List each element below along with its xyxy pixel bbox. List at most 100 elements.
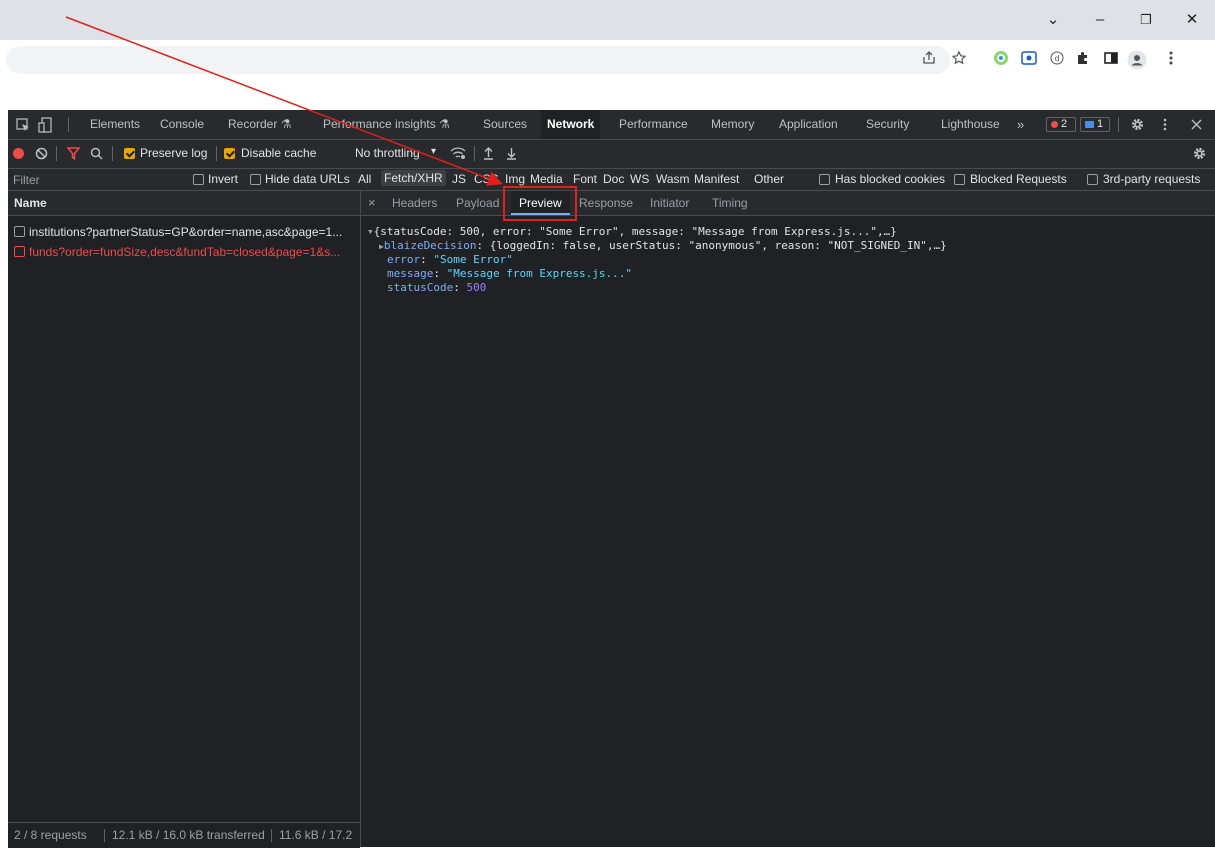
- screencast-icon[interactable]: [1018, 50, 1040, 70]
- tab-network[interactable]: Network: [541, 110, 601, 139]
- blocked-requests-checkbox[interactable]: [954, 174, 965, 185]
- import-har-icon[interactable]: [483, 147, 494, 163]
- json-message-row[interactable]: message: "Message from Express.js...": [387, 267, 632, 280]
- has-blocked-cookies-checkbox[interactable]: [819, 174, 830, 185]
- filter-icon[interactable]: [66, 147, 81, 163]
- settings-gear-icon[interactable]: [1131, 110, 1144, 139]
- sidepanel-icon[interactable]: [1100, 50, 1122, 70]
- filter-type-font[interactable]: Font: [573, 172, 597, 186]
- resources-size: 11.6 kB / 17.2: [279, 828, 353, 842]
- filter-type-ws[interactable]: WS: [630, 172, 649, 186]
- filter-type-fetch-xhr[interactable]: Fetch/XHR: [381, 170, 446, 186]
- request-doc-icon: [14, 246, 25, 257]
- invert-label: Invert: [208, 172, 239, 186]
- filter-input[interactable]: Filter: [13, 173, 178, 187]
- json-key: statusCode: [387, 281, 454, 294]
- page-content-strip: [0, 80, 1215, 110]
- tab-initiator[interactable]: Initiator: [650, 191, 689, 215]
- address-bar[interactable]: [6, 46, 950, 74]
- name-column-header[interactable]: Name: [14, 196, 47, 210]
- clear-icon[interactable]: [35, 147, 48, 163]
- tab-recorder[interactable]: Recorder ⚗: [228, 110, 291, 139]
- disable-cache-checkbox[interactable]: [224, 148, 235, 159]
- tab-lighthouse[interactable]: Lighthouse: [941, 110, 1000, 139]
- extension-d-icon[interactable]: d: [1046, 50, 1068, 70]
- filter-type-doc[interactable]: Doc: [603, 172, 624, 186]
- filter-type-img[interactable]: Img: [505, 172, 525, 186]
- separator: [112, 146, 113, 161]
- device-toolbar-icon[interactable]: [38, 110, 52, 139]
- filter-type-js[interactable]: JS: [452, 172, 466, 186]
- message-count: 1: [1097, 118, 1104, 130]
- hide-data-urls-label: Hide data URLs: [265, 172, 350, 186]
- request-name: funds?order=fundSize,desc&fundTab=closed…: [29, 245, 341, 259]
- json-key: blaizeDecision: [383, 239, 477, 252]
- json-status-code-row[interactable]: statusCode: 500: [387, 281, 486, 294]
- close-devtools-icon[interactable]: [1191, 110, 1202, 139]
- svg-text:d: d: [1055, 54, 1060, 63]
- record-icon[interactable]: [13, 148, 24, 159]
- expand-arrow-icon: ▾: [367, 225, 374, 238]
- request-list-header: Name: [8, 191, 360, 216]
- disable-cache-label: Disable cache: [241, 146, 317, 160]
- has-blocked-cookies-label: Has blocked cookies: [835, 172, 946, 186]
- json-error-row[interactable]: error: "Some Error": [387, 253, 513, 266]
- request-row-institutions[interactable]: institutions?partnerStatus=GP&order=name…: [14, 223, 354, 241]
- tab-sources[interactable]: Sources: [483, 110, 527, 139]
- filter-type-css[interactable]: CSS: [474, 172, 499, 186]
- close-detail-icon[interactable]: ×: [368, 191, 376, 215]
- tab-performance[interactable]: Performance: [619, 110, 688, 139]
- star-icon[interactable]: [948, 50, 970, 70]
- export-har-icon[interactable]: [506, 147, 517, 163]
- invert-checkbox[interactable]: [193, 174, 204, 185]
- close-window-button[interactable]: ✕: [1172, 8, 1212, 32]
- request-doc-icon: [14, 226, 25, 237]
- network-conditions-icon[interactable]: [450, 146, 466, 163]
- share-icon[interactable]: [918, 50, 940, 70]
- separator: [56, 146, 57, 161]
- tab-response[interactable]: Response: [579, 191, 633, 215]
- json-root-row[interactable]: ▾{statusCode: 500, error: "Some Error", …: [367, 225, 897, 238]
- tab-console[interactable]: Console: [160, 110, 204, 139]
- tab-timing[interactable]: Timing: [712, 191, 748, 215]
- puzzle-icon[interactable]: [1072, 50, 1094, 70]
- filter-type-other[interactable]: Other: [754, 172, 784, 186]
- preserve-log-checkbox[interactable]: [124, 148, 135, 159]
- profile-icon[interactable]: [1126, 50, 1148, 70]
- inspect-element-icon[interactable]: [16, 110, 30, 139]
- filter-type-wasm[interactable]: Wasm: [656, 172, 690, 186]
- throttling-select[interactable]: No throttling: [355, 146, 420, 160]
- tab-memory[interactable]: Memory: [711, 110, 754, 139]
- tab-security[interactable]: Security: [866, 110, 909, 139]
- filter-type-manifest[interactable]: Manifest: [694, 172, 739, 186]
- tab-elements[interactable]: Elements: [90, 110, 140, 139]
- tab-application[interactable]: Application: [779, 110, 838, 139]
- message-count-badge[interactable]: 1: [1080, 117, 1110, 132]
- filter-type-media[interactable]: Media: [530, 172, 563, 186]
- network-toolbar: Preserve log Disable cache No throttling…: [8, 140, 1215, 169]
- tab-performance-insights[interactable]: Performance insights ⚗: [323, 110, 450, 139]
- detail-tabbar: × Headers Payload Preview Response Initi…: [361, 191, 1215, 216]
- more-icon[interactable]: [1160, 50, 1182, 70]
- search-icon[interactable]: [90, 147, 103, 163]
- request-row-funds[interactable]: funds?order=fundSize,desc&fundTab=closed…: [14, 243, 354, 261]
- extension-green-icon[interactable]: [990, 50, 1012, 70]
- tab-preview[interactable]: Preview: [511, 191, 570, 215]
- json-blaize-decision-row[interactable]: ▶blaizeDecision: {loggedIn: false, userS…: [379, 239, 947, 253]
- hide-data-urls-checkbox[interactable]: [250, 174, 261, 185]
- more-tabs-button[interactable]: »: [1017, 110, 1024, 139]
- tab-headers[interactable]: Headers: [392, 191, 437, 215]
- restore-button[interactable]: ❐: [1126, 8, 1166, 32]
- json-key: error: [387, 253, 421, 266]
- browser-titlebar: ⌄ – ❐ ✕: [0, 0, 1215, 40]
- error-count-badge[interactable]: 2: [1046, 117, 1076, 132]
- third-party-checkbox[interactable]: [1087, 174, 1098, 185]
- devtools-menu-icon[interactable]: [1163, 110, 1167, 139]
- devtools-tabbar: Elements Console Recorder ⚗ Performance …: [8, 110, 1215, 140]
- minimize-button[interactable]: –: [1080, 8, 1120, 32]
- network-settings-icon[interactable]: [1193, 147, 1206, 163]
- filter-type-all[interactable]: All: [358, 172, 371, 186]
- tab-payload[interactable]: Payload: [456, 191, 499, 215]
- tab-search-icon[interactable]: ⌄: [1033, 8, 1073, 32]
- network-status-bar: 2 / 8 requests 12.1 kB / 16.0 kB transfe…: [8, 822, 360, 848]
